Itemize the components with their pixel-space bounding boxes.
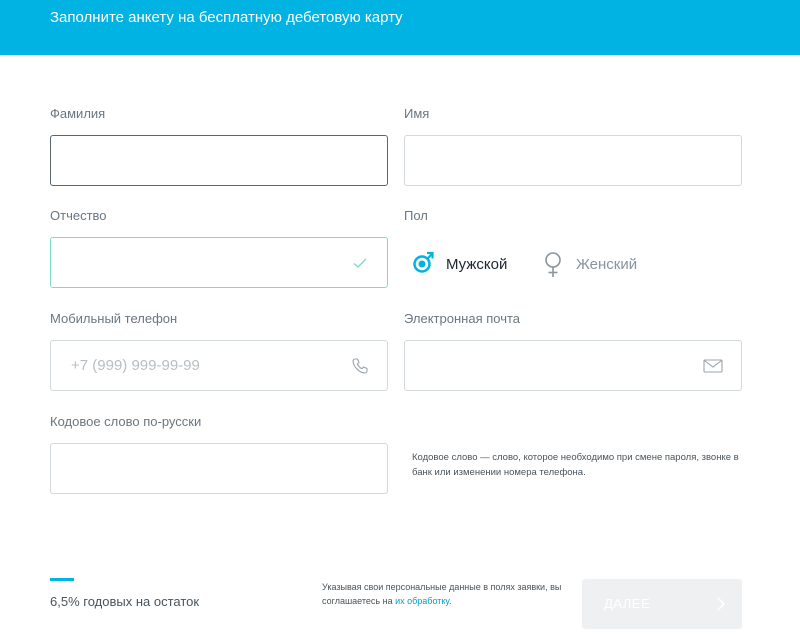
name-label: Имя bbox=[404, 106, 430, 121]
email-input[interactable] bbox=[404, 340, 742, 391]
interest-rate-text: 6,5% годовых на остаток bbox=[50, 594, 200, 609]
envelope-icon bbox=[703, 359, 723, 373]
page-title: Заполните анкету на бесплатную дебетовую… bbox=[50, 9, 403, 26]
female-symbol-icon bbox=[545, 252, 561, 277]
male-symbol-icon bbox=[413, 251, 434, 273]
codeword-label: Кодовое слово по-русски bbox=[50, 414, 202, 429]
gender-female-label: Женский bbox=[576, 255, 638, 273]
gender-option-female[interactable]: Женский bbox=[542, 249, 637, 279]
consent-period: . bbox=[449, 596, 452, 606]
next-button[interactable]: ДАЛЕЕ bbox=[582, 579, 742, 629]
surname-label: Фамилия bbox=[50, 106, 106, 121]
next-button-label: ДАЛЕЕ bbox=[604, 596, 651, 611]
phone-label: Мобильный телефон bbox=[50, 311, 178, 326]
gender-label: Пол bbox=[404, 208, 428, 223]
surname-input[interactable] bbox=[50, 135, 388, 186]
name-input[interactable] bbox=[404, 135, 742, 186]
checkmark-icon bbox=[353, 258, 367, 268]
chevron-right-icon bbox=[717, 597, 726, 611]
patronymic-label: Отчество bbox=[50, 208, 107, 223]
gender-option-male[interactable]: Мужской bbox=[412, 249, 507, 279]
phone-icon bbox=[352, 358, 368, 374]
email-label: Электронная почта bbox=[404, 311, 521, 326]
codeword-input[interactable] bbox=[50, 443, 388, 494]
consent-link[interactable]: их обработку bbox=[395, 596, 449, 606]
phone-input[interactable]: +7 (999) 999-99-99 bbox=[50, 340, 388, 391]
gender-male-label: Мужской bbox=[446, 255, 508, 273]
patronymic-input[interactable] bbox=[50, 237, 388, 288]
codeword-hint: Кодовое слово — слово, которое необходим… bbox=[412, 452, 739, 478]
phone-placeholder: +7 (999) 999-99-99 bbox=[71, 357, 200, 374]
page-header: Заполните анкету на бесплатную дебетовую… bbox=[0, 0, 800, 55]
consent-text: Указывая свои персональные данные в поля… bbox=[322, 580, 567, 608]
accent-divider bbox=[50, 578, 74, 581]
